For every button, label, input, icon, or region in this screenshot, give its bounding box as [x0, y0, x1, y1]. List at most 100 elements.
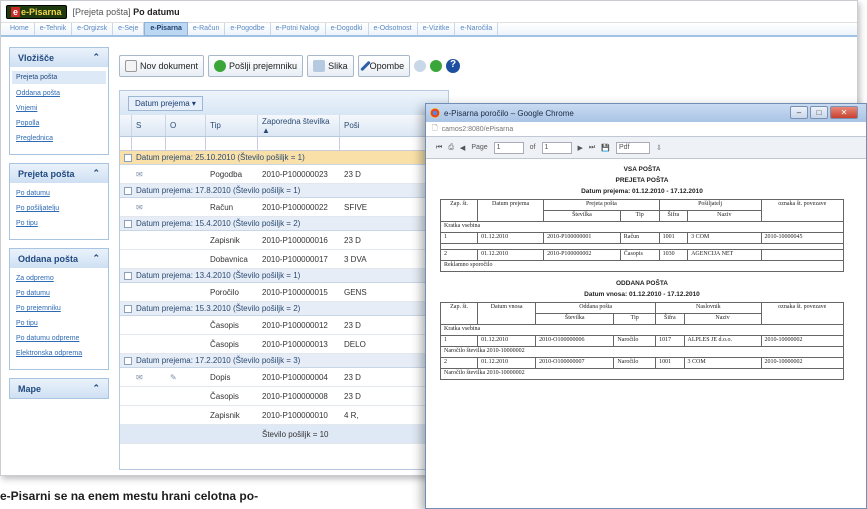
search-icon[interactable] [414, 60, 427, 72]
sidebar-link[interactable]: Popolla [16, 120, 102, 127]
sidebar-link[interactable]: Za odpremo [16, 275, 102, 282]
sidebar-link[interactable]: Po pošiljatelju [16, 205, 102, 212]
filter-cell[interactable] [258, 137, 340, 150]
sidebar-link[interactable]: Prejeta pošta [12, 71, 106, 84]
sidebar-link[interactable]: Po prejemniku [16, 305, 102, 312]
groupby-dropdown[interactable]: Datum prejema ▾ [128, 95, 203, 111]
filter-cell[interactable] [166, 137, 206, 150]
save-icon[interactable]: 💾 [601, 144, 610, 152]
new-document-button[interactable]: Nov dokument [119, 55, 205, 77]
group-header[interactable]: Datum prejema: 17.2.2010 (Število pošilj… [120, 354, 448, 368]
address-bar[interactable]: 🗋 camos2:8080/ePisarna [426, 122, 866, 137]
table-cell: 2010-P100000016 [262, 235, 328, 245]
image-button[interactable]: Slika [307, 55, 354, 77]
group-checkbox[interactable] [124, 219, 132, 228]
app-logo[interactable]: e e-Pisarna [6, 4, 67, 19]
group-checkbox[interactable] [124, 271, 132, 280]
menu-item[interactable]: e-Račun [188, 23, 226, 35]
group-header[interactable]: Datum prejema: 17.8.2010 (Število pošilj… [120, 184, 448, 198]
filter-cell[interactable] [206, 137, 258, 150]
maximize-button[interactable]: □ [810, 106, 828, 119]
table-row[interactable]: Zapisnik 2010-P100000016 23 D [120, 231, 448, 250]
table-row[interactable]: ✉ Pogodba 2010-P100000023 23 D [120, 165, 448, 184]
help-icon[interactable]: ? [446, 59, 461, 73]
menu-item[interactable]: Home [5, 23, 35, 35]
button-label: Pošlji prejemniku [229, 61, 298, 71]
sidebar-link[interactable]: Po datumu [16, 290, 102, 297]
menu-item[interactable]: e-Dogodki [326, 23, 369, 35]
breadcrumb-section[interactable]: [Prejeta pošta] [73, 7, 131, 17]
column-header[interactable]: Zaporedna številka ▲ [258, 115, 340, 136]
column-header[interactable]: Tip [206, 115, 258, 136]
group-header[interactable]: Datum prejema: 15.3.2010 (Število pošilj… [120, 302, 448, 316]
table-row[interactable]: Časopis 2010-P100000012 23 D [120, 316, 448, 335]
group-header[interactable]: Datum prejema: 15.4.2010 (Število pošilj… [120, 217, 448, 231]
sidebar-link[interactable]: Vnjemi [16, 105, 102, 112]
collapse-icon[interactable]: ⌃ [92, 253, 100, 264]
menu-item[interactable]: e-Vizitke [418, 23, 456, 35]
send-to-recipient-button[interactable]: Pošlji prejemniku [208, 55, 304, 77]
column-header[interactable]: S [132, 115, 166, 136]
table-cell [132, 250, 166, 268]
filter-cell[interactable] [132, 137, 166, 150]
panel-header-vlozisce[interactable]: Vložišče ⌃ [10, 48, 108, 67]
menu-item[interactable]: e-Naročila [455, 23, 499, 35]
export-icon[interactable]: ⇩ [656, 144, 662, 152]
report-window-title: e-Pisarna poročilo – Google Chrome [444, 108, 574, 118]
sidebar-link[interactable]: Oddana pošta [16, 90, 102, 97]
group-checkbox[interactable] [124, 356, 132, 365]
group-checkbox[interactable] [124, 153, 132, 162]
sidebar: Vložišče ⌃ Prejeta pošta Oddana pošta Vnjem… [9, 47, 109, 475]
menu-item[interactable]: e-Orgizsk [72, 23, 114, 35]
table-row[interactable]: ✉ Račun 2010-P100000022 SFIVE [120, 198, 448, 217]
table-row[interactable]: Dobavnica 2010-P100000017 3 DVA [120, 250, 448, 269]
prev-page-icon[interactable]: ◀ [460, 144, 465, 152]
sidebar-link[interactable]: Po tipu [16, 220, 102, 227]
print-icon[interactable]: ⎙ [448, 144, 454, 152]
last-page-icon[interactable]: ⏭ [589, 144, 595, 152]
filter-cell[interactable] [340, 137, 426, 150]
group-header[interactable]: Datum prejema: 13.4.2010 (Število pošilj… [120, 269, 448, 283]
group-checkbox[interactable] [124, 186, 132, 195]
minimize-button[interactable]: – [790, 106, 808, 119]
group-header[interactable]: Datum prejema: 25.10.2010 (Število pošil… [120, 151, 448, 165]
sidebar-link[interactable]: Po tipu [16, 320, 102, 327]
table-row[interactable]: Poročilo 2010-P100000015 GENS [120, 283, 448, 302]
page-input[interactable]: 1 [493, 141, 524, 154]
collapse-icon[interactable]: ⌃ [92, 52, 100, 63]
next-page-icon[interactable]: ▶ [578, 144, 583, 152]
sidebar-link[interactable]: Elektronska odprema [16, 350, 102, 357]
table-cell [166, 283, 206, 301]
report-cell: Časopis [619, 249, 660, 261]
table-row[interactable]: ✉ ✎ Dopis 2010-P100000004 23 D [120, 368, 448, 387]
column-header[interactable]: Poši [340, 115, 426, 136]
panel-header-oddana[interactable]: Oddana pošta ⌃ [10, 249, 108, 268]
menu-item[interactable]: e-Potni Nalogi [271, 23, 326, 35]
column-header[interactable]: O [166, 115, 206, 136]
refresh-icon[interactable] [430, 60, 443, 72]
sidebar-link[interactable]: Po datumu odpreme [16, 335, 102, 342]
sidebar-link[interactable]: Po datumu [16, 190, 102, 197]
menu-item[interactable]: e-Odsotnost [369, 23, 418, 35]
notes-button[interactable]: Opombe [357, 55, 411, 77]
collapse-icon[interactable]: ⌃ [92, 383, 100, 394]
menu-item[interactable]: e-Tehnik [35, 23, 73, 35]
menu-item[interactable]: e-Seje [113, 23, 145, 35]
menu-item[interactable]: e-Pisarna [144, 22, 188, 36]
close-button[interactable]: ✕ [830, 106, 858, 119]
menu-item[interactable]: e-Pogodbe [225, 23, 271, 35]
col-group-recipient: Naslovnik [655, 302, 762, 314]
panel-header-prejeta[interactable]: Prejeta pošta ⌃ [10, 164, 108, 183]
first-page-icon[interactable]: ⏮ [436, 144, 442, 152]
col-code: Šifra [658, 210, 689, 222]
table-row[interactable]: Časopis 2010-P100000013 DELO [120, 335, 448, 354]
group-checkbox[interactable] [124, 304, 132, 313]
table-cell: 4 R, [344, 410, 359, 420]
table-row[interactable]: Zapisnik 2010-P100000010 4 R, [120, 406, 448, 425]
panel-header-mape[interactable]: Mape ⌃ [10, 379, 108, 398]
format-select[interactable]: Pdf [615, 141, 650, 154]
table-row[interactable]: Časopis 2010-P100000008 23 D [120, 387, 448, 406]
row-note: Naročilo številka 2010-10000002 [440, 346, 844, 358]
collapse-icon[interactable]: ⌃ [92, 168, 100, 179]
sidebar-link[interactable]: Preglednica [16, 135, 102, 142]
